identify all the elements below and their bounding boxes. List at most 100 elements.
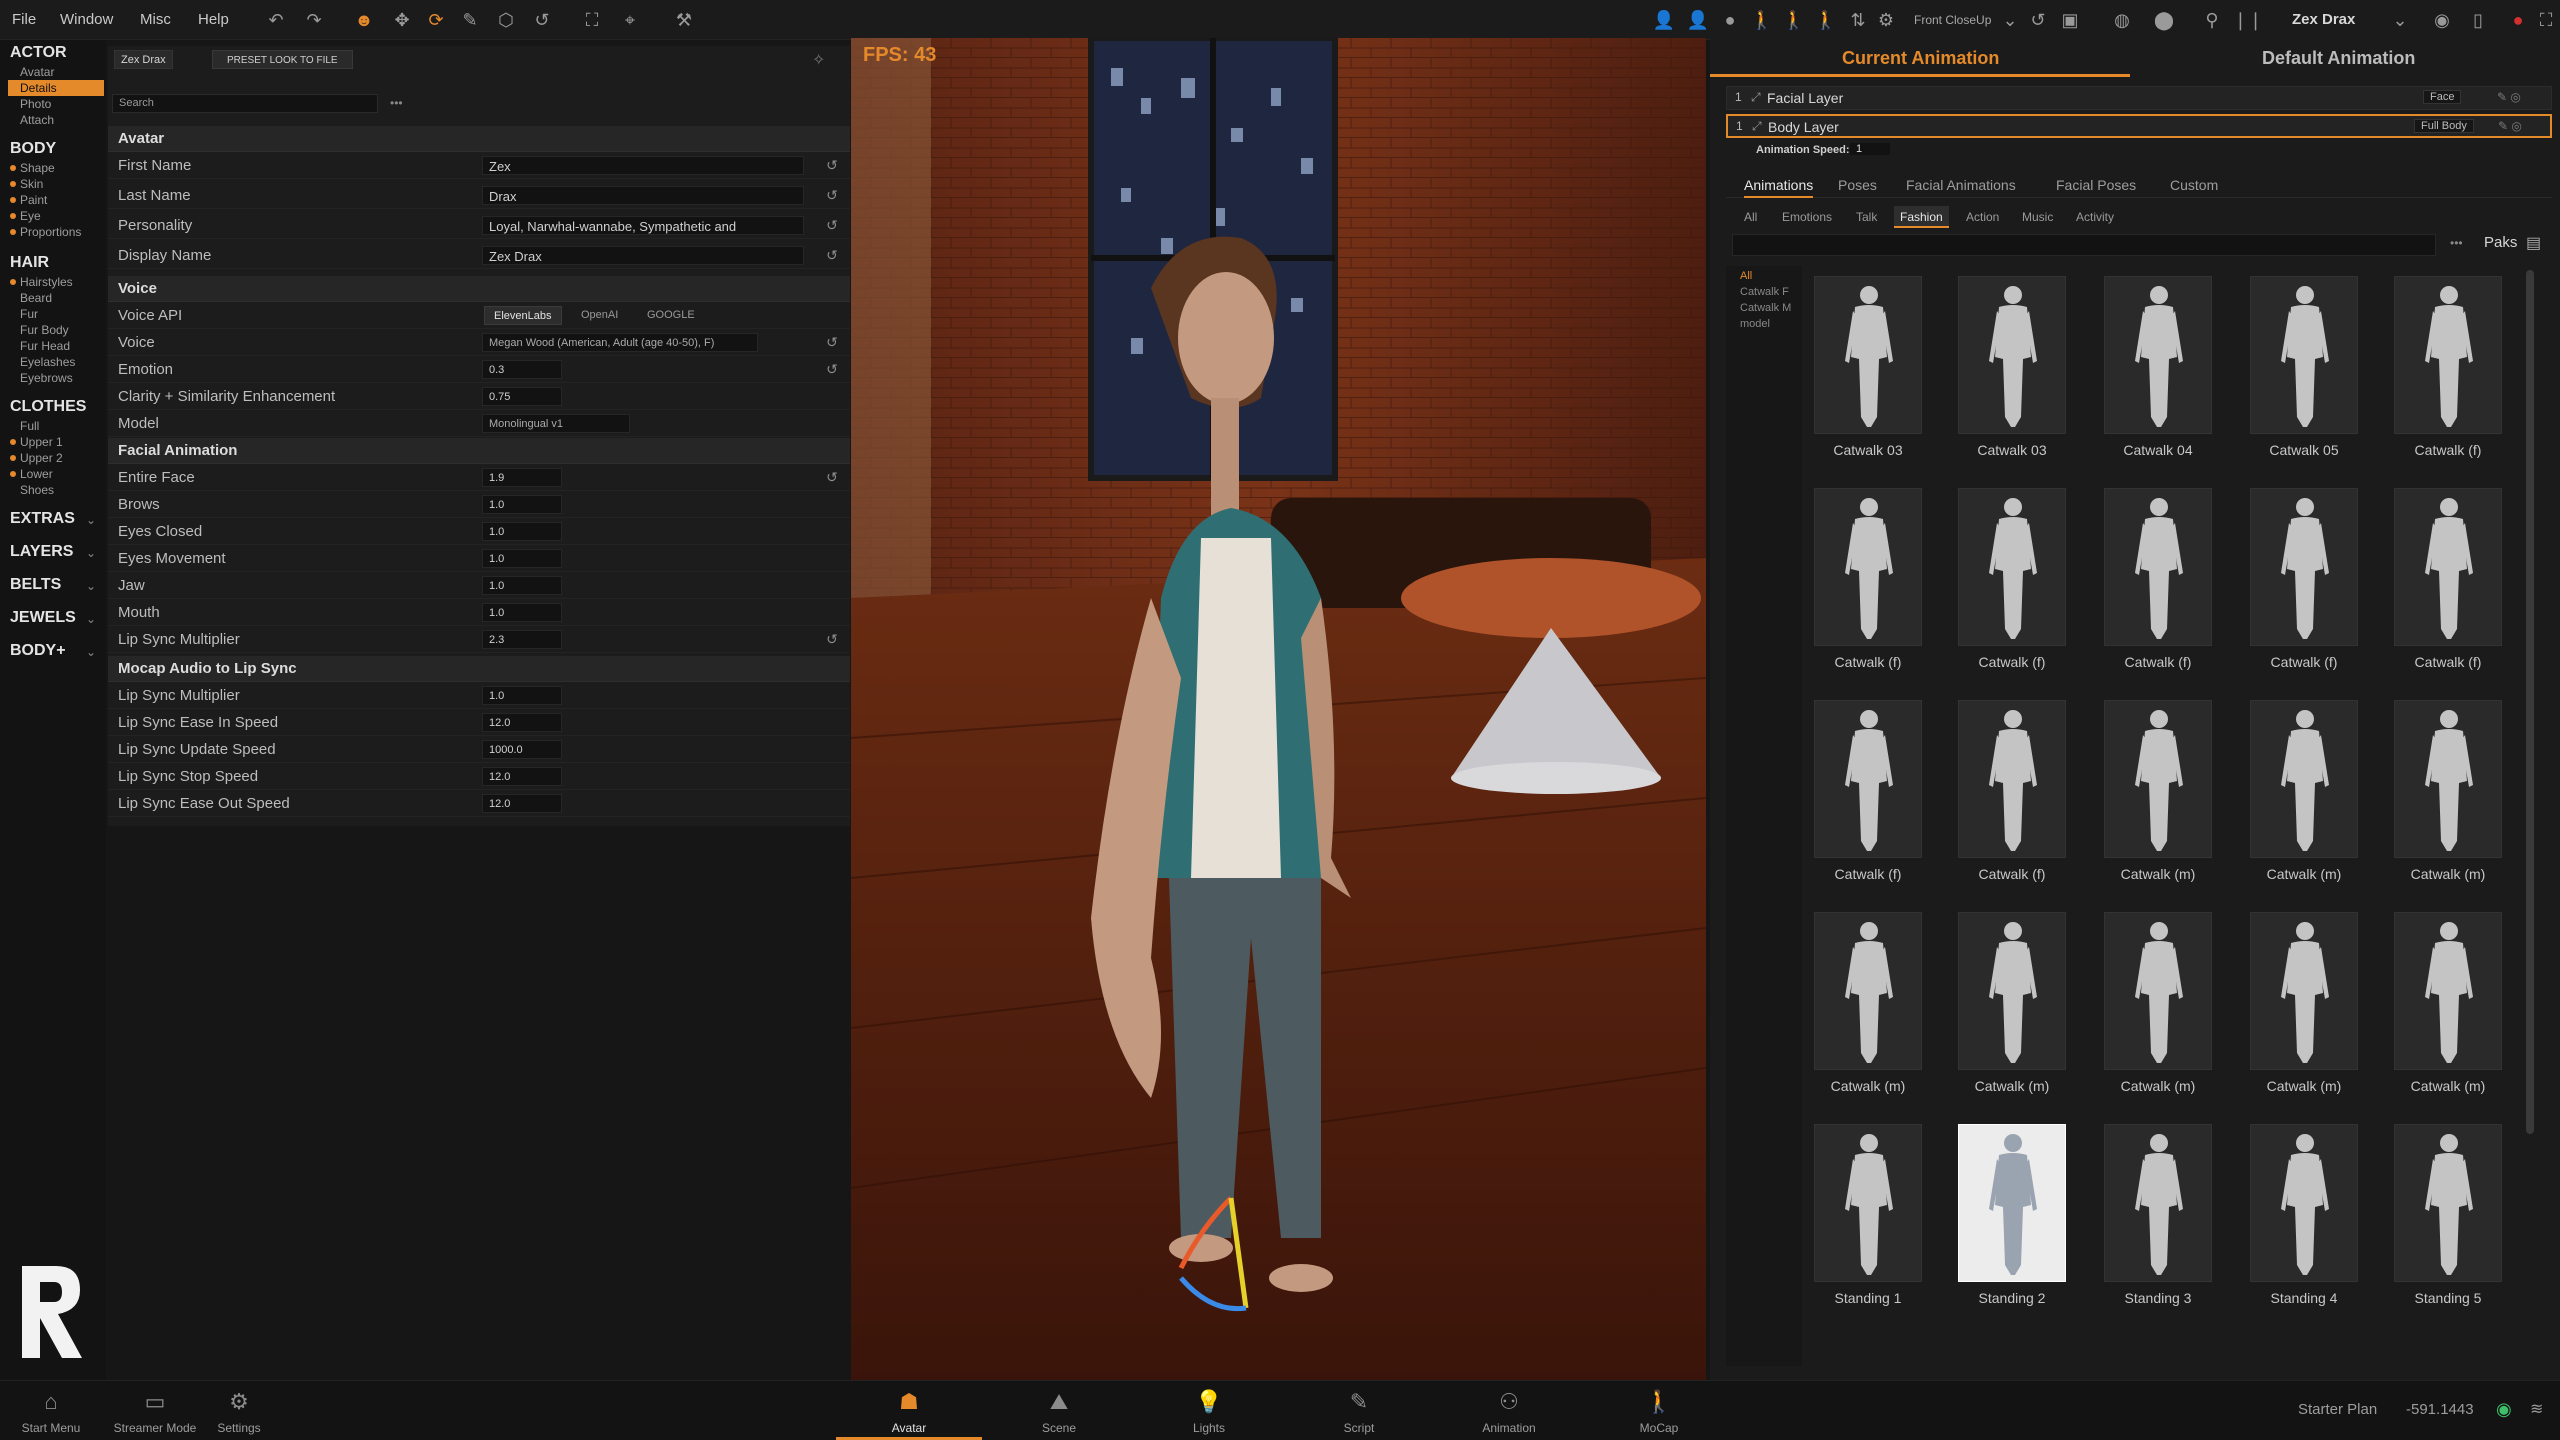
person-icon[interactable]: 👤 — [1652, 8, 1676, 32]
personality-field[interactable]: Loyal, Narwhal-wannabe, Sympathetic and — [482, 216, 804, 235]
actor-selector[interactable]: Zex Drax — [2292, 0, 2355, 40]
animation-card[interactable]: Standing 1 — [1814, 1124, 1922, 1306]
animation-card[interactable]: Catwalk (f) — [2394, 488, 2502, 670]
pin-icon[interactable]: ✧ — [812, 50, 825, 70]
section-avatar[interactable]: Avatar — [108, 126, 850, 152]
sidebar-item-eyebrows[interactable]: Eyebrows — [20, 370, 73, 386]
sidebar-item-shape[interactable]: Shape — [10, 160, 55, 176]
settings-gear-icon[interactable]: ⚙ — [1874, 8, 1898, 32]
voice-select[interactable]: Megan Wood (American, Adult (age 40-50),… — [482, 333, 758, 352]
reset-icon[interactable]: ↺ — [824, 361, 840, 377]
body-layer-row[interactable]: 1 ⤢ Body Layer Full Body ✎ ◎ — [1726, 114, 2552, 138]
sidebar-heading-extras[interactable]: EXTRAS — [10, 510, 75, 528]
animation-card[interactable]: Catwalk 03 — [1958, 276, 2066, 458]
stop-speed-field[interactable]: 12.0 — [482, 767, 562, 786]
category-all[interactable]: All — [1740, 270, 1752, 282]
walk-icon[interactable]: 🚶 — [1782, 8, 1806, 32]
tab-animations[interactable]: Animations — [1744, 172, 1814, 198]
grid-scrollbar[interactable] — [2526, 270, 2534, 1134]
reset-icon[interactable]: ↺ — [824, 631, 840, 647]
figure-icon[interactable]: ⚲ — [2200, 8, 2224, 32]
animation-search-input[interactable] — [1732, 234, 2436, 256]
more-options-icon[interactable]: ••• — [2450, 236, 2463, 250]
more-options-icon[interactable]: ••• — [390, 96, 403, 110]
stand-icon[interactable]: 🚶 — [1814, 8, 1838, 32]
phone-icon[interactable]: ▯ — [2466, 8, 2490, 32]
menu-window[interactable]: Window — [60, 0, 113, 40]
chevron-down-icon[interactable]: ⌄ — [86, 612, 96, 626]
animation-card[interactable]: Catwalk 05 — [2250, 276, 2358, 458]
tab-animation[interactable]: ⚇ Animation — [1464, 1381, 1554, 1440]
sidebar-item-shoes[interactable]: Shoes — [20, 482, 54, 498]
animation-speed-field[interactable]: 1 — [1850, 143, 1890, 155]
animation-card[interactable]: Catwalk (f) — [1814, 700, 1922, 882]
reset-icon[interactable]: ↺ — [824, 334, 840, 350]
chevron-down-icon[interactable]: ⌄ — [1998, 8, 2022, 32]
sidebar-item-upper-2[interactable]: Upper 2 — [10, 450, 63, 466]
mocap-multiplier-field[interactable]: 1.0 — [482, 686, 562, 705]
tab-lights[interactable]: 💡 Lights — [1164, 1381, 1254, 1440]
section-voice[interactable]: Voice — [108, 276, 850, 302]
sidebar-item-full[interactable]: Full — [20, 418, 39, 434]
sidebar-heading-bodyplus[interactable]: BODY+ — [10, 642, 66, 660]
animation-card[interactable]: Catwalk (m) — [1814, 912, 1922, 1094]
rotate-icon[interactable]: ⟳ — [424, 8, 448, 32]
undo-icon[interactable]: ↶ — [264, 8, 288, 32]
reset-camera-icon[interactable]: ↺ — [2026, 8, 2050, 32]
start-menu-button[interactable]: ⌂ Start Menu — [6, 1381, 96, 1440]
camera-icon[interactable]: ▣ — [2058, 8, 2082, 32]
animation-card[interactable]: Catwalk (f) — [1958, 488, 2066, 670]
animation-card[interactable]: Standing 3 — [2104, 1124, 2212, 1306]
reset-icon[interactable]: ↺ — [824, 157, 840, 173]
ease-in-speed-field[interactable]: 12.0 — [482, 713, 562, 732]
chevron-down-icon[interactable]: ⌄ — [2388, 8, 2412, 32]
category-catwalk-f[interactable]: Catwalk F — [1740, 286, 1789, 298]
animation-card[interactable]: Standing 2 — [1958, 1124, 2066, 1306]
last-name-field[interactable]: Drax — [482, 186, 804, 205]
animation-card[interactable]: Catwalk (f) — [2250, 488, 2358, 670]
animation-card[interactable]: Catwalk (m) — [2104, 700, 2212, 882]
camera-preset-select[interactable]: Front CloseUp — [1914, 0, 1991, 40]
sort-icon[interactable]: ⇅ — [1846, 8, 1870, 32]
sidebar-item-upper-1[interactable]: Upper 1 — [10, 434, 63, 450]
sidebar-heading-actor[interactable]: ACTOR — [10, 44, 67, 62]
sidebar-item-fur-body[interactable]: Fur Body — [20, 322, 69, 338]
link-icon[interactable]: ⤢ — [1751, 90, 1761, 105]
sidebar-heading-clothes[interactable]: CLOTHES — [10, 398, 86, 416]
filter-fashion[interactable]: Fashion — [1894, 206, 1949, 228]
record-icon[interactable]: ● — [2506, 8, 2530, 32]
layer-controls-icon[interactable]: ✎ ◎ — [2497, 90, 2521, 104]
section-facial-animation[interactable]: Facial Animation — [108, 438, 850, 464]
sidebar-item-beard[interactable]: Beard — [20, 290, 52, 306]
sidebar-heading-belts[interactable]: BELTS — [10, 576, 61, 594]
jaw-field[interactable]: 1.0 — [482, 576, 562, 595]
animation-card[interactable]: Catwalk 03 — [1814, 276, 1922, 458]
wrench-icon[interactable]: ⚒ — [672, 8, 696, 32]
sidebar-item-eyelashes[interactable]: Eyelashes — [20, 354, 75, 370]
sidebar-heading-hair[interactable]: HAIR — [10, 254, 49, 272]
animation-card[interactable]: Catwalk (m) — [2250, 700, 2358, 882]
brows-field[interactable]: 1.0 — [482, 495, 562, 514]
category-catwalk-m[interactable]: Catwalk M — [1740, 302, 1791, 314]
animation-card[interactable]: Catwalk (m) — [2394, 700, 2502, 882]
eyes-movement-field[interactable]: 1.0 — [482, 549, 562, 568]
tab-mocap[interactable]: 🚶 MoCap — [1614, 1381, 1704, 1440]
sidebar-item-lower[interactable]: Lower — [10, 466, 53, 482]
eyes-closed-field[interactable]: 1.0 — [482, 522, 562, 541]
facial-layer-row[interactable]: 1 ⤢ Facial Layer Face ✎ ◎ — [1726, 86, 2552, 110]
sidebar-item-eye[interactable]: Eye — [10, 208, 41, 224]
clarity-field[interactable]: 0.75 — [482, 387, 562, 406]
fullscreen-icon[interactable]: ⛶ — [2534, 8, 2558, 32]
chevron-down-icon[interactable]: ⌄ — [86, 645, 96, 659]
emotion-field[interactable]: 0.3 — [482, 360, 562, 379]
menu-misc[interactable]: Misc — [140, 0, 171, 40]
category-model[interactable]: model — [1740, 318, 1770, 330]
menu-file[interactable]: File — [12, 0, 36, 40]
tab-script[interactable]: ✎ Script — [1314, 1381, 1404, 1440]
loop-icon[interactable]: ↺ — [530, 8, 554, 32]
animation-card[interactable]: Catwalk 04 — [2104, 276, 2212, 458]
sidebar-item-fur[interactable]: Fur — [20, 306, 38, 322]
filter-emotions[interactable]: Emotions — [1776, 206, 1838, 228]
filter-activity[interactable]: Activity — [2070, 206, 2120, 228]
search-input[interactable]: Search — [112, 94, 378, 113]
